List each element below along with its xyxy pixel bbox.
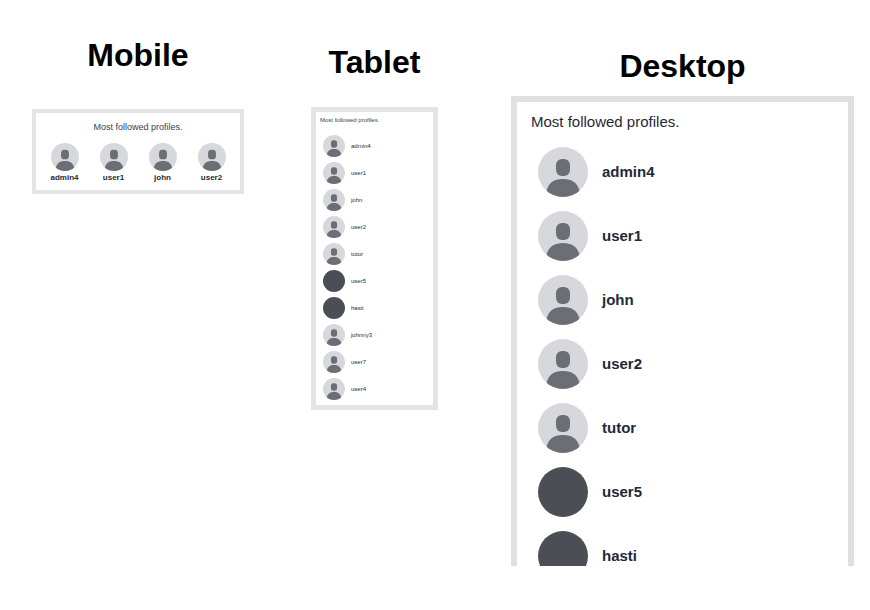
profile-name[interactable]: user2 bbox=[602, 354, 642, 374]
profile-row[interactable]: john bbox=[316, 186, 433, 213]
profile-row[interactable]: user5 bbox=[316, 267, 433, 294]
profile-name[interactable]: admin4 bbox=[351, 141, 371, 151]
view-column: Mobile Most followed profiles. admin4 user1… bbox=[32, 0, 244, 610]
view-heading: Desktop bbox=[619, 46, 745, 86]
user-avatar-icon[interactable] bbox=[323, 378, 345, 400]
profile-name[interactable]: user5 bbox=[351, 276, 366, 286]
view-heading: Tablet bbox=[329, 42, 421, 82]
profile-name[interactable]: john bbox=[602, 290, 634, 310]
profile-item[interactable]: user1 bbox=[94, 143, 134, 184]
profile-name[interactable]: user2 bbox=[351, 222, 366, 232]
profile-row[interactable]: admin4 bbox=[531, 140, 848, 204]
user-avatar-icon[interactable] bbox=[323, 243, 345, 265]
responsive-mockup: Mobile Most followed profiles. admin4 user1… bbox=[0, 0, 870, 610]
user-avatar-icon[interactable] bbox=[323, 351, 345, 373]
profile-name[interactable]: admin4 bbox=[602, 162, 655, 182]
avatar-photo[interactable] bbox=[323, 270, 345, 292]
profile-row[interactable]: user1 bbox=[531, 204, 848, 268]
card-title: Most followed profiles. bbox=[531, 112, 848, 132]
profile-name[interactable]: tutor bbox=[602, 418, 636, 438]
avatar-photo[interactable] bbox=[538, 467, 588, 517]
profiles-card: Most followed profiles. admin4 user1 john us… bbox=[32, 109, 244, 194]
profile-row[interactable]: johnny3 bbox=[316, 321, 433, 348]
avatar-photo[interactable] bbox=[538, 531, 588, 566]
profile-name[interactable]: hasti bbox=[351, 303, 364, 313]
avatar-photo[interactable] bbox=[323, 297, 345, 319]
profile-name[interactable]: user4 bbox=[351, 384, 366, 394]
card-title: Most followed profiles. bbox=[36, 120, 240, 134]
view-heading: Mobile bbox=[87, 35, 188, 75]
user-avatar-icon[interactable] bbox=[323, 216, 345, 238]
profile-name[interactable]: admin4 bbox=[50, 172, 78, 184]
user-avatar-icon[interactable] bbox=[538, 403, 588, 453]
card-title: Most followed profiles. bbox=[316, 114, 433, 126]
profile-row[interactable]: user4 bbox=[316, 375, 433, 402]
user-avatar-icon[interactable] bbox=[323, 324, 345, 346]
profile-name[interactable]: johnny3 bbox=[351, 330, 372, 340]
profile-row[interactable]: tutor bbox=[531, 396, 848, 460]
user-avatar-icon[interactable] bbox=[538, 339, 588, 389]
profile-row[interactable]: user5 bbox=[531, 460, 848, 524]
profile-row[interactable]: user2 bbox=[316, 213, 433, 240]
view-column: Tablet Most followed profiles. admin4 user1… bbox=[311, 0, 438, 610]
profile-item[interactable]: user2 bbox=[192, 143, 232, 184]
user-avatar-icon[interactable] bbox=[538, 211, 588, 261]
profiles-card: Most followed profiles. admin4 user1 john us… bbox=[311, 107, 438, 410]
profile-name[interactable]: user1 bbox=[103, 172, 124, 184]
profile-row[interactable]: tutor bbox=[316, 240, 433, 267]
user-avatar-icon[interactable] bbox=[51, 143, 79, 171]
profile-name[interactable]: hasti bbox=[602, 546, 637, 566]
profile-row[interactable]: user2 bbox=[531, 332, 848, 396]
profile-name[interactable]: john bbox=[351, 195, 362, 205]
profile-row[interactable]: john bbox=[531, 268, 848, 332]
profile-name[interactable]: user5 bbox=[602, 482, 642, 502]
profile-row[interactable]: user1 bbox=[316, 159, 433, 186]
profile-row[interactable]: hasti bbox=[316, 294, 433, 321]
profile-row[interactable]: admin4 bbox=[316, 132, 433, 159]
view-column: Desktop Most followed profiles. admin4 user… bbox=[511, 0, 854, 610]
profile-name[interactable]: user1 bbox=[602, 226, 642, 246]
profile-name[interactable]: john bbox=[154, 172, 171, 184]
user-avatar-icon[interactable] bbox=[538, 275, 588, 325]
profile-name[interactable]: user2 bbox=[201, 172, 222, 184]
profile-name[interactable]: tutor bbox=[351, 249, 363, 259]
user-avatar-icon[interactable] bbox=[323, 135, 345, 157]
user-avatar-icon[interactable] bbox=[323, 162, 345, 184]
profile-row[interactable]: hasti bbox=[531, 524, 848, 566]
user-avatar-icon[interactable] bbox=[149, 143, 177, 171]
profile-item[interactable]: john bbox=[143, 143, 183, 184]
profile-item[interactable]: admin4 bbox=[45, 143, 85, 184]
user-avatar-icon[interactable] bbox=[198, 143, 226, 171]
user-avatar-icon[interactable] bbox=[538, 147, 588, 197]
user-avatar-icon[interactable] bbox=[100, 143, 128, 171]
profile-name[interactable]: user7 bbox=[351, 357, 366, 367]
user-avatar-icon[interactable] bbox=[323, 189, 345, 211]
profile-name[interactable]: user1 bbox=[351, 168, 366, 178]
profile-row[interactable]: user7 bbox=[316, 348, 433, 375]
profiles-card: Most followed profiles. admin4 user1 john us… bbox=[511, 96, 854, 566]
